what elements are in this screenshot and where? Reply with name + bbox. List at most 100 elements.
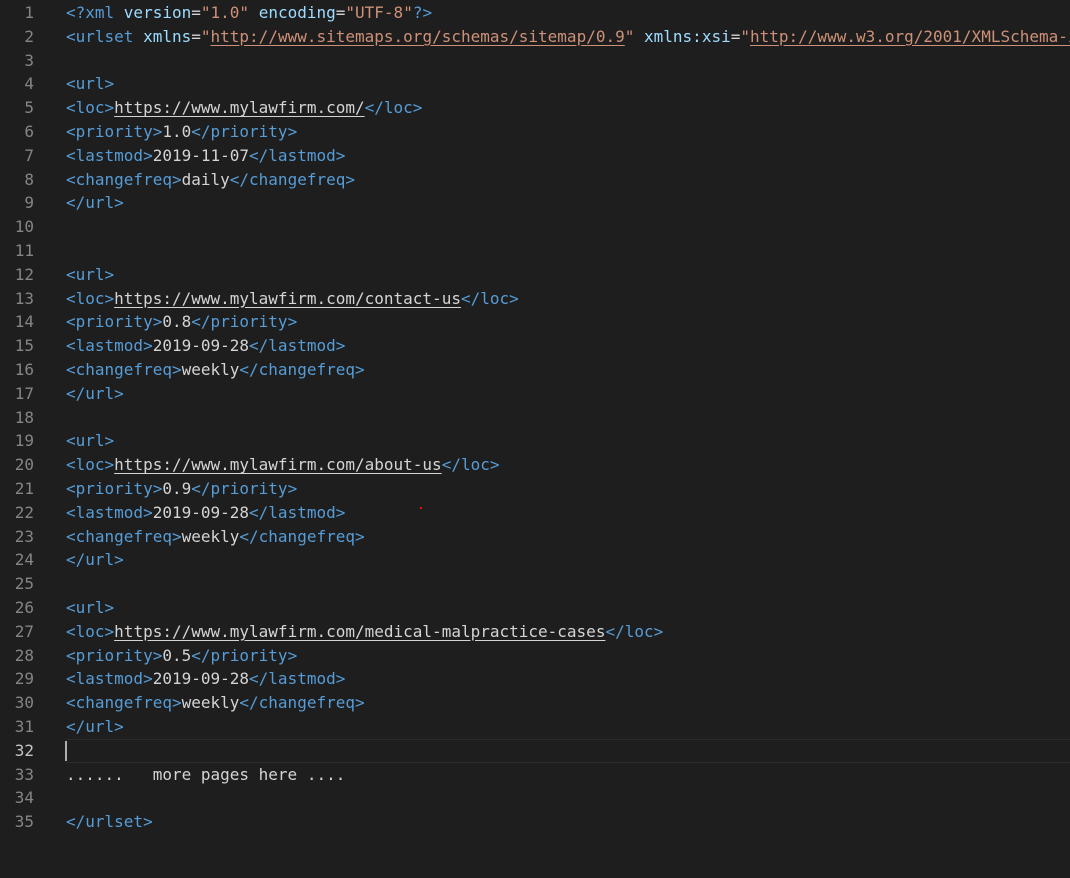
line-content[interactable]: <url> bbox=[66, 72, 114, 96]
code-line-29[interactable]: 29 <lastmod>2019-09-28</lastmod> bbox=[0, 667, 1070, 691]
xml-attribute-token: xmlns:xsi bbox=[644, 26, 731, 46]
code-line-32[interactable]: 32 bbox=[0, 738, 1070, 763]
code-line-27[interactable]: 27 <loc>https://www.mylawfirm.com/medical… bbox=[0, 620, 1070, 644]
line-content[interactable]: <loc>https://www.mylawfirm.com/contact-u… bbox=[66, 287, 519, 311]
line-content[interactable]: </urlset> bbox=[66, 810, 153, 834]
line-content[interactable]: <loc>https://www.mylawfirm.com/medical-m… bbox=[66, 620, 663, 644]
code-editor[interactable]: 1 <?xml version="1.0" encoding="UTF-8"?> 2… bbox=[0, 0, 1070, 878]
code-line-12[interactable]: 12 <url> bbox=[0, 263, 1070, 287]
line-number: 14 bbox=[14, 312, 34, 332]
line-content[interactable]: <loc>https://www.mylawfirm.com/</loc> bbox=[66, 96, 422, 120]
xml-tag-token: <loc> bbox=[66, 455, 115, 475]
code-line-16[interactable]: 16 <changefreq>weekly</changefreq> bbox=[0, 358, 1070, 382]
xml-tag-token: <url> bbox=[66, 431, 115, 451]
xml-tag-token: </loc> bbox=[605, 621, 664, 641]
code-line-22[interactable]: 22 <lastmod>2019-09-28</lastmod> bbox=[0, 501, 1070, 525]
line-number: 2 bbox=[24, 26, 34, 46]
line-content[interactable]: <url> bbox=[66, 263, 114, 287]
code-line-15[interactable]: 15 <lastmod>2019-09-28</lastmod> bbox=[0, 334, 1070, 358]
line-content[interactable]: <lastmod>2019-09-28</lastmod> bbox=[66, 334, 345, 358]
text-cursor bbox=[65, 740, 67, 761]
code-line-19[interactable]: 19 <url> bbox=[0, 429, 1070, 453]
line-content[interactable]: <priority>1.0</priority> bbox=[66, 120, 297, 144]
code-line-11[interactable]: 11 bbox=[0, 239, 1070, 263]
xml-text-token: = bbox=[191, 3, 201, 22]
line-number: 28 bbox=[14, 645, 34, 665]
line-number: 5 bbox=[24, 98, 34, 118]
code-line-24[interactable]: 24 </url> bbox=[0, 548, 1070, 572]
xml-tag-token: <lastmod> bbox=[66, 502, 153, 522]
xml-attribute-token: encoding bbox=[258, 3, 336, 22]
line-content[interactable]: <url> bbox=[66, 596, 114, 620]
editor-lines[interactable]: 1 <?xml version="1.0" encoding="UTF-8"?> 2… bbox=[0, 1, 1070, 834]
line-number: 31 bbox=[14, 716, 34, 736]
code-line-33[interactable]: 33 ...... more pages here .... bbox=[0, 763, 1070, 787]
xml-tag-token: </changefreq> bbox=[239, 526, 365, 546]
line-content[interactable]: ...... more pages here .... bbox=[66, 763, 345, 787]
code-line-3[interactable]: 3 bbox=[0, 49, 1070, 73]
line-number: 32 bbox=[14, 740, 34, 760]
line-number: 35 bbox=[14, 812, 34, 832]
code-line-6[interactable]: 6 <priority>1.0</priority> bbox=[0, 120, 1070, 144]
code-line-8[interactable]: 8 <changefreq>daily</changefreq> bbox=[0, 168, 1070, 192]
line-content[interactable]: <changefreq>weekly</changefreq> bbox=[66, 358, 365, 382]
url-link-token[interactable]: https://www.mylawfirm.com/medical-malpra… bbox=[114, 622, 605, 641]
line-content[interactable]: <?xml version="1.0" encoding="UTF-8"?> bbox=[66, 1, 432, 25]
code-line-20[interactable]: 20 <loc>https://www.mylawfirm.com/about-u… bbox=[0, 453, 1070, 477]
line-content[interactable]: <priority>0.5</priority> bbox=[66, 644, 297, 668]
line-content[interactable]: <url> bbox=[66, 429, 114, 453]
xml-text-token: 1.0 bbox=[162, 121, 192, 141]
url-link-token[interactable]: https://www.mylawfirm.com/contact-us bbox=[114, 289, 461, 308]
line-number: 26 bbox=[14, 597, 34, 617]
xml-text-token: = bbox=[191, 26, 201, 46]
code-line-31[interactable]: 31 </url> bbox=[0, 715, 1070, 739]
code-line-28[interactable]: 28 <priority>0.5</priority> bbox=[0, 644, 1070, 668]
code-line-26[interactable]: 26 <url> bbox=[0, 596, 1070, 620]
line-content[interactable]: <changefreq>weekly</changefreq> bbox=[66, 691, 365, 715]
line-number: 33 bbox=[14, 764, 34, 784]
code-line-4[interactable]: 4 <url> bbox=[0, 72, 1070, 96]
xml-url-string-token[interactable]: http://www.sitemaps.org/schemas/sitemap/… bbox=[211, 27, 625, 46]
code-line-30[interactable]: 30 <changefreq>weekly</changefreq> bbox=[0, 691, 1070, 715]
xml-text-token: 2019-09-28 bbox=[152, 502, 250, 522]
code-line-21[interactable]: 21 <priority>0.9</priority> bbox=[0, 477, 1070, 501]
xml-text-token: weekly bbox=[181, 359, 240, 379]
line-content[interactable]: <lastmod>2019-11-07</lastmod> bbox=[66, 144, 345, 168]
code-line-17[interactable]: 17 </url> bbox=[0, 382, 1070, 406]
line-content[interactable]: </url> bbox=[66, 548, 124, 572]
line-content[interactable]: <lastmod>2019-09-28</lastmod> bbox=[66, 501, 345, 525]
code-line-18[interactable]: 18 bbox=[0, 406, 1070, 430]
line-content[interactable]: <urlset xmlns="http://www.sitemaps.org/s… bbox=[66, 25, 1070, 49]
line-content[interactable]: <priority>0.8</priority> bbox=[66, 310, 297, 334]
line-content[interactable]: <changefreq>weekly</changefreq> bbox=[66, 525, 365, 549]
code-line-10[interactable]: 10 bbox=[0, 215, 1070, 239]
code-line-5[interactable]: 5 <loc>https://www.mylawfirm.com/</loc> bbox=[0, 96, 1070, 120]
code-line-34[interactable]: 34 bbox=[0, 786, 1070, 810]
line-content[interactable]: <lastmod>2019-09-28</lastmod> bbox=[66, 667, 345, 691]
line-content[interactable]: <loc>https://www.mylawfirm.com/about-us<… bbox=[66, 453, 499, 477]
line-content[interactable]: </url> bbox=[66, 191, 124, 215]
code-line-25[interactable]: 25 bbox=[0, 572, 1070, 596]
code-line-14[interactable]: 14 <priority>0.8</priority> bbox=[0, 310, 1070, 334]
code-line-9[interactable]: 9 </url> bbox=[0, 191, 1070, 215]
line-content[interactable]: </url> bbox=[66, 715, 124, 739]
xml-tag-token: <changefreq> bbox=[66, 169, 182, 189]
xml-tag-token: </priority> bbox=[191, 121, 298, 141]
url-link-token[interactable]: https://www.mylawfirm.com/ bbox=[114, 98, 364, 117]
url-link-token[interactable]: https://www.mylawfirm.com/about-us bbox=[114, 455, 442, 474]
xml-text-token: = bbox=[730, 26, 741, 46]
code-line-23[interactable]: 23 <changefreq>weekly</changefreq> bbox=[0, 525, 1070, 549]
xml-text-token: daily bbox=[181, 169, 230, 189]
xml-tag-token: </url> bbox=[66, 383, 124, 403]
code-line-1[interactable]: 1 <?xml version="1.0" encoding="UTF-8"?> bbox=[0, 1, 1070, 25]
line-content[interactable]: </url> bbox=[66, 382, 124, 406]
line-number: 3 bbox=[24, 50, 34, 70]
xml-url-string-token[interactable]: http://www.w3.org/2001/XMLSchema-instanc… bbox=[750, 27, 1070, 46]
code-line-35[interactable]: 35 </urlset> bbox=[0, 810, 1070, 834]
code-line-13[interactable]: 13 <loc>https://www.mylawfirm.com/contact… bbox=[0, 287, 1070, 311]
line-content[interactable]: <changefreq>daily</changefreq> bbox=[66, 168, 355, 192]
line-content[interactable]: <priority>0.9</priority> bbox=[66, 477, 297, 501]
xml-tag-token: <lastmod> bbox=[66, 336, 153, 356]
code-line-2[interactable]: 2 <urlset xmlns="http://www.sitemaps.org/… bbox=[0, 25, 1070, 49]
code-line-7[interactable]: 7 <lastmod>2019-11-07</lastmod> bbox=[0, 144, 1070, 168]
